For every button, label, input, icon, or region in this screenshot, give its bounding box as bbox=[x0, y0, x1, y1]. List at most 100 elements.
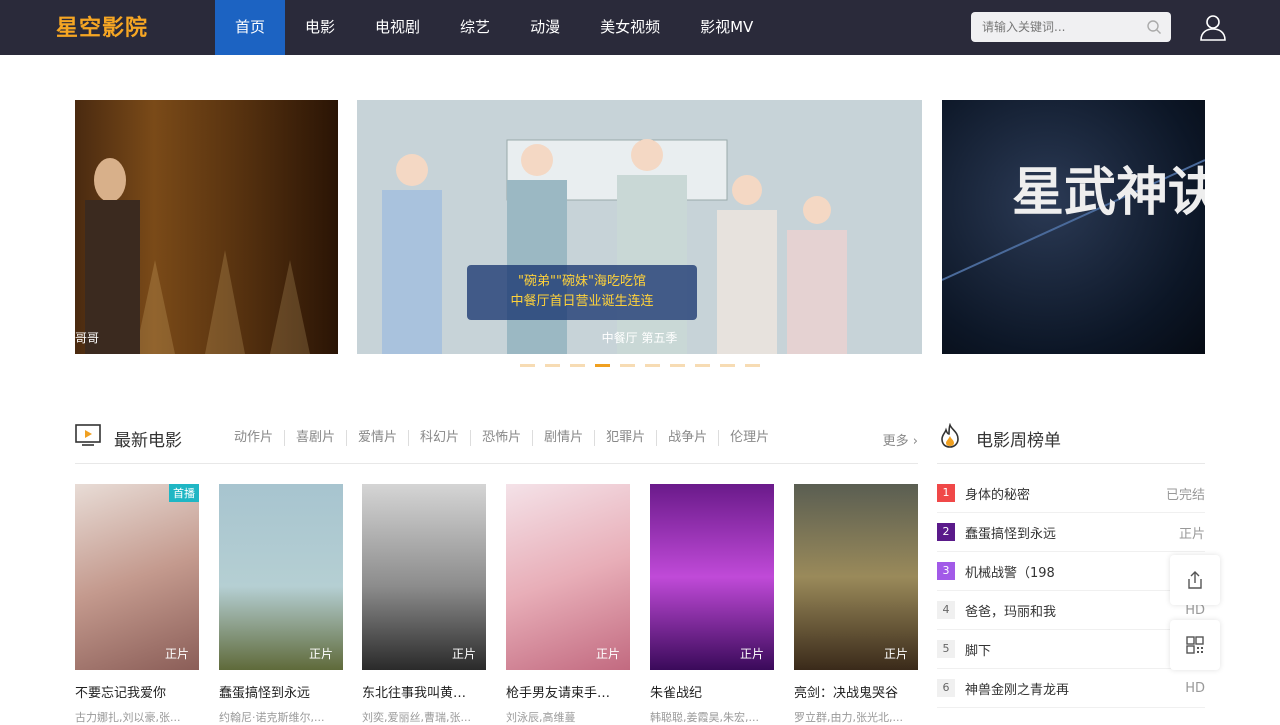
movie-poster[interactable]: 首播 正片 bbox=[75, 484, 199, 670]
ranking-item[interactable]: 1 身体的秘密 已完结 bbox=[937, 474, 1205, 513]
rank-title: 身体的秘密 bbox=[965, 487, 1031, 503]
movie-actors: 刘泳辰,高维蔓 bbox=[506, 711, 576, 724]
movie-actors: 约翰尼·诺克斯维尔,... bbox=[219, 711, 325, 724]
carousel-dot[interactable] bbox=[720, 364, 735, 367]
ranking-item[interactable]: 5 脚下 bbox=[937, 630, 1205, 669]
nav-beauty-video[interactable]: 美女视频 bbox=[580, 0, 680, 55]
site-logo[interactable]: 星空影院 bbox=[56, 10, 148, 42]
movie-title[interactable]: 枪手男友请束手… bbox=[506, 682, 630, 701]
movie-card[interactable]: 正片 枪手男友请束手… 刘泳辰,高维蔓 bbox=[506, 484, 630, 725]
user-icon[interactable] bbox=[1199, 13, 1227, 41]
stage-lights-image bbox=[85, 158, 310, 354]
nav-mv[interactable]: 影视MV bbox=[680, 0, 773, 55]
carousel-dot[interactable] bbox=[570, 364, 585, 367]
rank-title: 蠢蛋搞怪到永远 bbox=[965, 526, 1057, 542]
movie-actors: 韩聪聪,姜霞昊,朱宏,... bbox=[650, 711, 759, 724]
latest-movies-header: 最新电影 动作片 喜剧片 爱情片 科幻片 恐怖片 剧情片 犯罪片 战争片 伦理片… bbox=[75, 420, 918, 464]
category-link[interactable]: 犯罪片 bbox=[595, 430, 658, 446]
ranking-item[interactable]: 6 神兽金刚之青龙再 HD bbox=[937, 669, 1205, 708]
nav-tv[interactable]: 电视剧 bbox=[355, 0, 440, 55]
slide-right-title: 星武神诀 bbox=[1012, 162, 1205, 223]
nav-home[interactable]: 首页 bbox=[215, 0, 286, 55]
rank-title: 神兽金刚之青龙再 bbox=[965, 682, 1070, 698]
movie-title[interactable]: 东北往事我叫黄… bbox=[362, 682, 486, 701]
rank-title: 脚下 bbox=[965, 643, 992, 659]
premiere-badge: 首播 bbox=[169, 484, 199, 502]
quality-badge: 正片 bbox=[595, 647, 620, 661]
svg-text:中餐厅首日营业诞生连连: 中餐厅首日营业诞生连连 bbox=[510, 293, 653, 309]
chevron-right-icon: › bbox=[912, 434, 918, 449]
movie-title[interactable]: 不要忘记我爱你 bbox=[75, 682, 199, 701]
movie-card[interactable]: 正片 亮剑：决战鬼哭谷 罗立群,由力,张光北,... bbox=[794, 484, 918, 725]
more-link[interactable]: 更多 › bbox=[883, 430, 918, 449]
qrcode-button[interactable] bbox=[1170, 620, 1220, 670]
movie-card[interactable]: 正片 蠢蛋搞怪到永远 约翰尼·诺克斯维尔,... bbox=[219, 484, 343, 725]
quality-badge: 正片 bbox=[883, 647, 908, 661]
video-icon bbox=[75, 424, 101, 446]
carousel-dot[interactable] bbox=[620, 364, 635, 367]
ranking-list: 1 身体的秘密 已完结 2 蠢蛋搞怪到永远 正片 3 机械战警（198 4 爸爸… bbox=[937, 474, 1205, 708]
movie-poster[interactable]: 正片 bbox=[506, 484, 630, 670]
carousel-slide-right[interactable]: 星武神诀 bbox=[942, 100, 1205, 354]
movie-poster[interactable]: 正片 bbox=[219, 484, 343, 670]
anime-title-image: 星武神诀 bbox=[942, 159, 1205, 281]
category-link[interactable]: 战争片 bbox=[657, 430, 720, 446]
category-link[interactable]: 科幻片 bbox=[409, 430, 472, 446]
movie-actors: 罗立群,由力,张光北,... bbox=[794, 711, 903, 724]
svg-text:"碗弟""碗妹"海吃吃馆: "碗弟""碗妹"海吃吃馆 bbox=[518, 273, 646, 289]
search-icon[interactable] bbox=[1146, 19, 1162, 35]
movie-title[interactable]: 蠢蛋搞怪到永远 bbox=[219, 682, 343, 701]
category-link[interactable]: 伦理片 bbox=[719, 430, 780, 446]
movie-card[interactable]: 正片 东北往事我叫黄… 刘奕,爱丽丝,曹瑞,张... bbox=[362, 484, 486, 725]
movie-actors: 古力娜扎,刘以豪,张... bbox=[75, 711, 181, 724]
quality-badge: 正片 bbox=[164, 647, 189, 661]
ranking-item[interactable]: 2 蠢蛋搞怪到永远 正片 bbox=[937, 513, 1205, 552]
qrcode-icon bbox=[1186, 636, 1204, 654]
section-title: 最新电影 bbox=[114, 431, 182, 451]
main-nav: 首页 电影 电视剧 综艺 动漫 美女视频 影视MV bbox=[215, 0, 773, 55]
carousel-dot[interactable] bbox=[645, 364, 660, 367]
nav-anime[interactable]: 动漫 bbox=[510, 0, 580, 55]
ranking-item[interactable]: 3 机械战警（198 bbox=[937, 552, 1205, 591]
ranking-item[interactable]: 4 爸爸，玛丽和我 HD bbox=[937, 591, 1205, 630]
movie-card[interactable]: 正片 朱雀战纪 韩聪聪,姜霞昊,朱宏,... bbox=[650, 484, 774, 725]
search-input[interactable] bbox=[971, 12, 1136, 42]
more-label: 更多 bbox=[882, 434, 909, 449]
rank-title: 爸爸，玛丽和我 bbox=[965, 604, 1057, 620]
movie-poster[interactable]: 正片 bbox=[362, 484, 486, 670]
rank-number: 6 bbox=[937, 679, 955, 697]
carousel-dot[interactable] bbox=[520, 364, 535, 367]
movie-actors: 刘奕,爱丽丝,曹瑞,张... bbox=[362, 711, 471, 724]
carousel-dot[interactable] bbox=[545, 364, 560, 367]
share-button[interactable] bbox=[1170, 555, 1220, 605]
nav-variety[interactable]: 综艺 bbox=[440, 0, 510, 55]
rank-title: 机械战警（198 bbox=[965, 565, 1055, 581]
carousel-dot[interactable] bbox=[745, 364, 760, 367]
movie-poster[interactable]: 正片 bbox=[794, 484, 918, 670]
category-link[interactable]: 爱情片 bbox=[347, 430, 410, 446]
carousel-dot[interactable] bbox=[595, 364, 610, 367]
category-link[interactable]: 动作片 bbox=[223, 430, 286, 446]
carousel-dots bbox=[520, 364, 760, 367]
movie-card[interactable]: 首播 正片 不要忘记我爱你 古力娜扎,刘以豪,张... bbox=[75, 484, 199, 725]
nav-movies[interactable]: 电影 bbox=[285, 0, 355, 55]
carousel-dot[interactable] bbox=[695, 364, 710, 367]
category-link[interactable]: 剧情片 bbox=[533, 430, 596, 446]
rank-number: 2 bbox=[937, 523, 955, 541]
rank-status: HD bbox=[1185, 680, 1205, 696]
carousel-slide-left[interactable]: 哥哥 bbox=[75, 100, 338, 354]
movie-title[interactable]: 亮剑：决战鬼哭谷 bbox=[794, 682, 918, 701]
top-nav-bar: 星空影院 首页 电影 电视剧 综艺 动漫 美女视频 影视MV bbox=[0, 0, 1280, 55]
quality-badge: 正片 bbox=[308, 647, 333, 661]
carousel-dot[interactable] bbox=[670, 364, 685, 367]
quality-badge: 正片 bbox=[739, 647, 764, 661]
carousel-slide-active[interactable]: "碗弟""碗妹"海吃吃馆 中餐厅首日营业诞生连连 中餐厅 第五季 bbox=[357, 100, 922, 354]
rank-number: 4 bbox=[937, 601, 955, 619]
category-link[interactable]: 喜剧片 bbox=[285, 430, 348, 446]
quality-badge: 正片 bbox=[451, 647, 476, 661]
search-box bbox=[971, 12, 1171, 42]
rank-number: 1 bbox=[937, 484, 955, 502]
category-link[interactable]: 恐怖片 bbox=[471, 430, 534, 446]
movie-title[interactable]: 朱雀战纪 bbox=[650, 682, 774, 701]
movie-poster[interactable]: 正片 bbox=[650, 484, 774, 670]
